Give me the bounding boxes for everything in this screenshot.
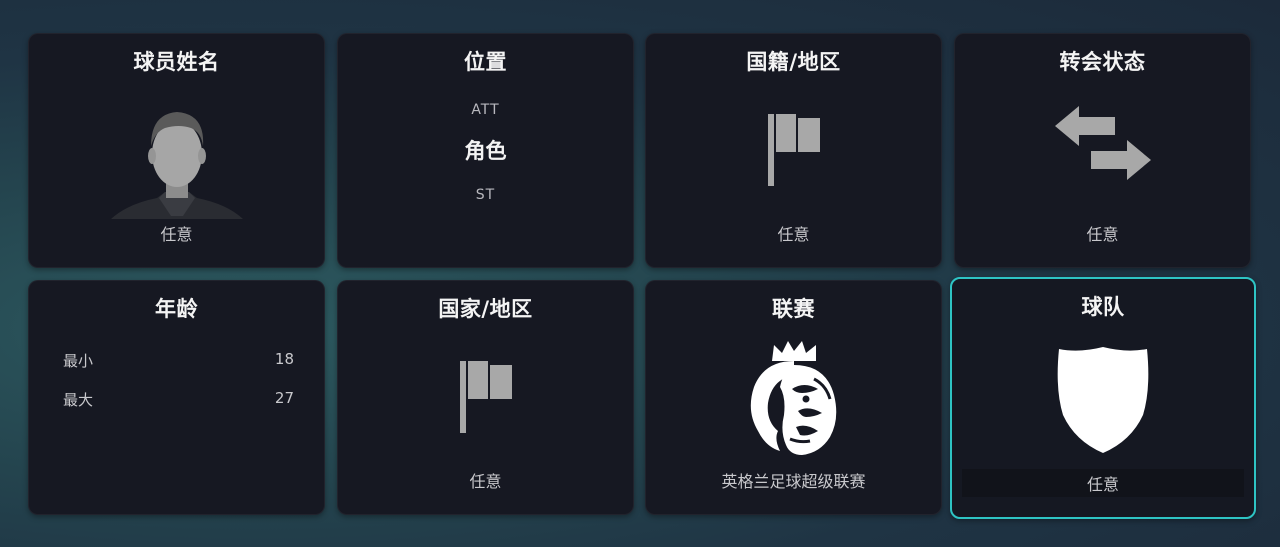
country-value: 任意 xyxy=(469,472,502,491)
age-title: 年龄 xyxy=(155,297,198,321)
player-name-title: 球员姓名 xyxy=(133,50,220,74)
nationality-title: 国籍/地区 xyxy=(746,50,841,74)
flag-icon xyxy=(646,112,941,188)
nationality-value: 任意 xyxy=(777,225,810,244)
league-value: 英格兰足球超级联赛 xyxy=(721,472,866,491)
age-max-value: 27 xyxy=(274,389,294,407)
age-min-value: 18 xyxy=(274,350,294,368)
player-silhouette-icon xyxy=(29,106,324,221)
country-title: 国家/地区 xyxy=(438,297,533,321)
country-card[interactable]: 国家/地区 任意 xyxy=(337,280,634,515)
transfer-arrows-icon xyxy=(955,104,1250,182)
age-max-label: 最大 xyxy=(63,391,94,409)
position-specific: ST xyxy=(475,187,496,203)
transfer-status-title: 转会状态 xyxy=(1059,50,1146,74)
age-min-row[interactable]: 最小 18 xyxy=(63,350,294,371)
team-value-bar: 任意 xyxy=(962,469,1244,497)
nationality-card[interactable]: 国籍/地区 任意 xyxy=(645,33,942,268)
team-card[interactable]: 球队 任意 xyxy=(950,277,1256,519)
position-title: 位置 xyxy=(464,50,507,74)
position-card[interactable]: 位置 ATT 角色 ST xyxy=(337,33,634,268)
transfer-status-value: 任意 xyxy=(1086,225,1119,244)
age-card[interactable]: 年龄 最小 18 最大 27 xyxy=(28,280,325,515)
filter-screen: { "cards": { "player_name": { "title": "… xyxy=(0,0,1280,547)
league-title: 联赛 xyxy=(772,297,815,321)
shield-icon xyxy=(952,345,1254,455)
age-max-row[interactable]: 最大 27 xyxy=(63,389,294,410)
transfer-status-card[interactable]: 转会状态 任意 xyxy=(954,33,1251,268)
league-card[interactable]: 联赛 英格兰足球超级联赛 xyxy=(645,280,942,515)
team-title: 球队 xyxy=(1081,295,1125,319)
flag-icon xyxy=(338,359,633,435)
premier-league-lion-icon xyxy=(646,339,941,457)
position-category: ATT xyxy=(471,102,500,118)
team-value: 任意 xyxy=(1086,475,1119,494)
player-name-value: 任意 xyxy=(160,225,193,244)
player-name-card[interactable]: 球员姓名 任意 xyxy=(28,33,325,268)
age-min-label: 最小 xyxy=(63,352,94,370)
position-role-label: 角色 xyxy=(464,139,507,163)
